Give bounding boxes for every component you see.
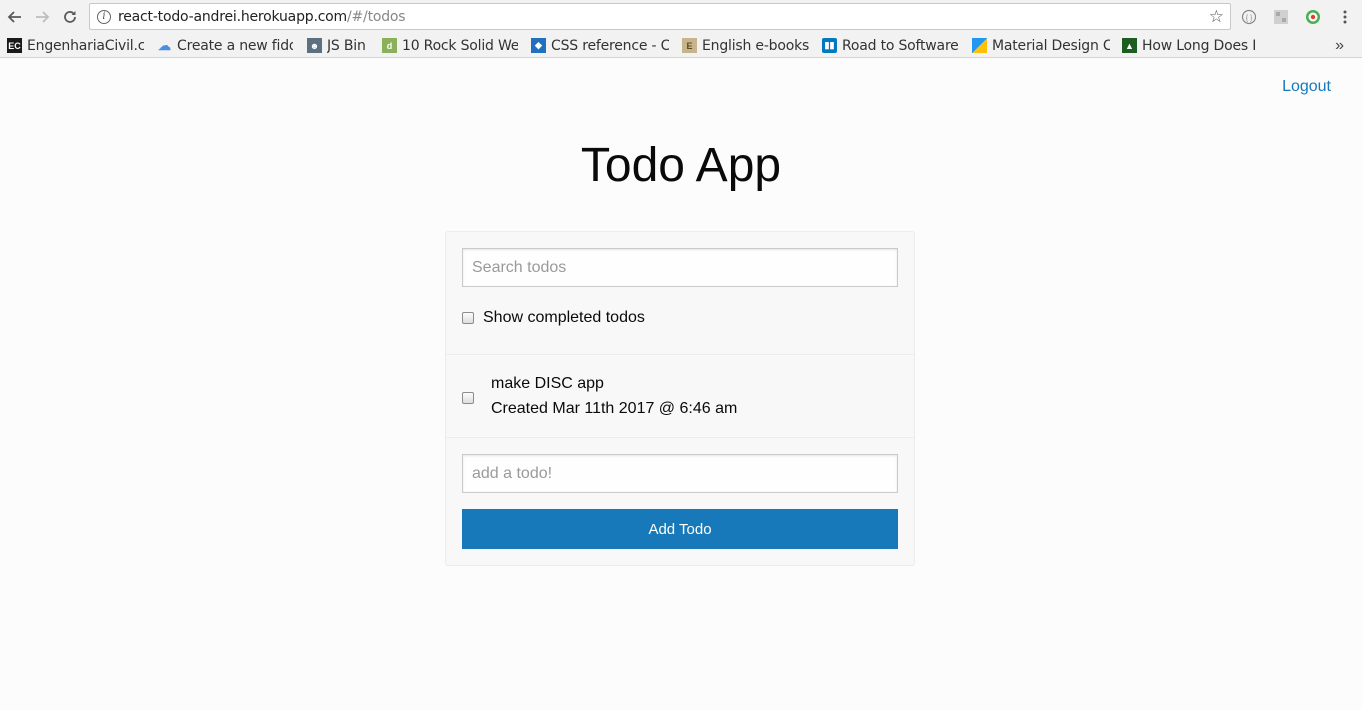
extension-icon[interactable]: { } (1241, 9, 1257, 25)
todo-search: Show completed todos (446, 232, 914, 355)
address-bar[interactable]: i react-todo-andrei.herokuapp.com/#/todo… (89, 3, 1231, 30)
css-ref-icon: ◆ (531, 38, 546, 53)
bookmark-item[interactable]: ☻ JS Bin (307, 37, 371, 54)
arrow-left-icon (7, 11, 21, 23)
show-completed-checkbox[interactable] (462, 312, 474, 324)
todo-name: make DISC app (491, 375, 604, 392)
back-button[interactable] (4, 6, 26, 28)
bookmark-item[interactable]: EC EngenhariaCivil.c (7, 37, 144, 54)
extension-target-icon[interactable] (1305, 9, 1321, 25)
forward-button[interactable] (31, 6, 53, 28)
reload-button[interactable] (59, 6, 81, 28)
todo-text: make DISC app Created Mar 11th 2017 @ 6:… (491, 374, 737, 419)
extension-grid-icon[interactable] (1273, 9, 1289, 25)
bookmark-item[interactable]: Material Design C (972, 37, 1110, 54)
cloud-icon: ☁ (158, 37, 171, 53)
url-text: react-todo-andrei.herokuapp.com/#/todos (118, 8, 406, 25)
todo-container: Show completed todos make DISC app Creat… (445, 231, 915, 566)
add-todo-form: Add Todo (446, 438, 914, 549)
reload-icon (64, 11, 76, 23)
bookmark-item[interactable]: E English e-books (682, 37, 812, 54)
add-todo-button[interactable]: Add Todo (462, 509, 898, 549)
bookmark-item[interactable]: d 10 Rock Solid We (382, 37, 518, 54)
book-icon: E (682, 38, 697, 53)
todo-checkbox[interactable] (462, 391, 474, 404)
browser-toolbar: i react-todo-andrei.herokuapp.com/#/todo… (0, 0, 1362, 33)
trello-icon: ▮▮ (822, 38, 837, 53)
show-completed-row: Show completed todos (462, 309, 898, 327)
ec-icon: EC (7, 38, 22, 53)
bookmark-star-icon[interactable]: ☆ (1209, 8, 1224, 25)
bookmarks-bar: EC EngenhariaCivil.c ☁ Create a new fidd… (0, 33, 1362, 58)
arrow-right-icon (36, 11, 50, 23)
page: Logout Todo App Show completed todos mak… (0, 58, 1362, 710)
show-completed-label[interactable]: Show completed todos (483, 309, 645, 327)
logout-link[interactable]: Logout (1282, 78, 1331, 96)
todo-list: make DISC app Created Mar 11th 2017 @ 6:… (446, 355, 914, 438)
bookmark-item[interactable]: ☁ Create a new fidd (157, 37, 293, 54)
menu-dots-icon[interactable] (1337, 9, 1353, 25)
add-todo-input[interactable] (462, 454, 898, 493)
bookmarks-overflow-icon[interactable]: » (1335, 37, 1344, 55)
todo-created: Created Mar 11th 2017 @ 6:46 am (491, 400, 738, 417)
bookmark-item[interactable]: ◆ CSS reference - C (531, 37, 669, 54)
jsbin-icon: ☻ (307, 38, 322, 53)
material-icon (972, 38, 987, 53)
bookmark-item[interactable]: ▮▮ Road to Software (822, 37, 962, 54)
hl-icon: ▲ (1122, 38, 1137, 53)
bookmark-item[interactable]: ▲ How Long Does I (1122, 37, 1260, 54)
svg-text:{ }: { } (1246, 15, 1253, 22)
todo-item[interactable]: make DISC app Created Mar 11th 2017 @ 6:… (462, 374, 737, 419)
site-info-icon[interactable]: i (97, 9, 111, 24)
d-icon: d (382, 38, 397, 53)
page-title: Todo App (580, 139, 782, 192)
search-input[interactable] (462, 248, 898, 287)
